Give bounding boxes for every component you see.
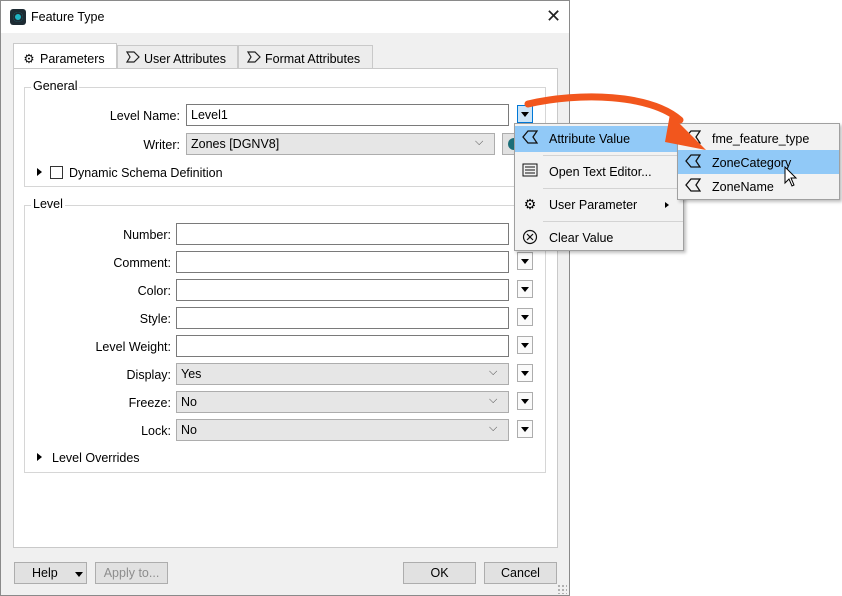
style-menu-button[interactable] [517,308,533,326]
dynamic-schema-checkbox[interactable] [50,166,63,179]
menu-item-label: Open Text Editor... [549,165,652,179]
tab-parameters[interactable]: ⚙ Parameters [13,43,117,69]
level-weight-label: Level Weight: [95,340,171,354]
parameters-page: General Level Name: Writer: Zones [DGNV8… [13,68,558,548]
menu-item-user-parameter[interactable]: ⚙ User Parameter [515,192,683,218]
fme-app-icon [10,9,26,25]
level-name-input[interactable] [186,104,509,126]
expand-arrow-icon[interactable] [37,168,42,176]
color-input[interactable] [176,279,509,301]
tab-format-attributes[interactable]: Format Attributes [238,45,373,69]
close-icon[interactable]: ✕ [546,6,561,26]
comment-menu-button[interactable] [517,252,533,270]
annotation-arrow-icon [524,93,706,150]
attribute-tag-icon [125,51,140,66]
tab-parameters-label: Parameters [40,52,105,66]
submenu-item-zonename[interactable]: ZoneName [678,174,839,198]
color-menu-button[interactable] [517,280,533,298]
ok-button[interactable]: OK [403,562,476,584]
display-menu-button[interactable] [517,364,533,382]
level-weight-input[interactable] [176,335,509,357]
dynamic-schema-label: Dynamic Schema Definition [69,166,223,180]
attribute-tag-icon [246,51,261,66]
window-title: Feature Type [31,10,105,24]
menu-item-open-text-editor[interactable]: Open Text Editor... [515,159,683,185]
writer-label: Writer: [143,138,180,152]
freeze-select-value: No [181,395,197,409]
help-button-label: Help [32,566,58,580]
menu-item-label: User Parameter [549,198,638,212]
level-overrides-label[interactable]: Level Overrides [52,451,140,465]
level-name-label: Level Name: [109,109,180,123]
menu-item-clear-value[interactable]: Clear Value [515,225,683,251]
freeze-menu-button[interactable] [517,392,533,410]
chevron-down-icon: ⌵ [489,366,498,378]
color-label: Color: [137,284,171,298]
display-select-value: Yes [181,367,202,381]
cancel-button[interactable]: Cancel [484,562,557,584]
submenu-arrow-icon [665,202,669,208]
writer-select-value: Zones [DGNV8] [191,137,280,151]
chevron-down-icon: ⌵ [489,422,498,434]
menu-separator [543,188,683,189]
level-group-label: Level [31,197,65,211]
comment-label: Comment: [113,256,171,270]
number-input[interactable] [176,223,509,245]
feature-type-dialog: Feature Type ✕ ⚙ Parameters User Attribut… [0,0,570,596]
tab-format-attributes-label: Format Attributes [265,52,361,66]
lock-select-value: No [181,423,197,437]
tab-user-attributes-label: User Attributes [144,52,226,66]
resize-grip[interactable] [557,584,567,594]
submenu-item-label: ZoneCategory [712,156,792,170]
attribute-tag-icon [684,178,702,195]
level-weight-menu-button[interactable] [517,336,533,354]
comment-input[interactable] [176,251,509,273]
style-input[interactable] [176,307,509,329]
chevron-down-icon: ⌵ [475,136,484,148]
apply-to-button[interactable]: Apply to... [95,562,168,584]
lock-label: Lock: [141,424,171,438]
display-select[interactable]: Yes ⌵ [176,363,509,385]
style-label: Style: [139,312,171,326]
freeze-label: Freeze: [128,396,171,410]
user-parameter-icon: ⚙ [523,196,537,212]
menu-item-label: Clear Value [549,231,614,245]
text-editor-icon [521,163,539,180]
title-bar: Feature Type ✕ [1,1,569,33]
submenu-item-label: ZoneName [712,180,774,194]
gear-icon: ⚙ [23,52,35,66]
help-button[interactable]: Help [14,562,87,584]
writer-select[interactable]: Zones [DGNV8] ⌵ [186,133,495,155]
chevron-down-icon: ⌵ [489,394,498,406]
number-label: Number: [123,228,171,242]
lock-select[interactable]: No ⌵ [176,419,509,441]
tab-user-attributes[interactable]: User Attributes [117,45,238,69]
general-group-label: General [31,79,80,93]
menu-separator [543,221,683,222]
expand-arrow-icon[interactable] [37,453,42,461]
submenu-item-label: fme_feature_type [712,132,810,146]
display-label: Display: [126,368,171,382]
mouse-cursor-icon [784,166,798,187]
clear-icon [521,229,539,248]
freeze-select[interactable]: No ⌵ [176,391,509,413]
lock-menu-button[interactable] [517,420,533,438]
chevron-down-icon [75,572,83,577]
